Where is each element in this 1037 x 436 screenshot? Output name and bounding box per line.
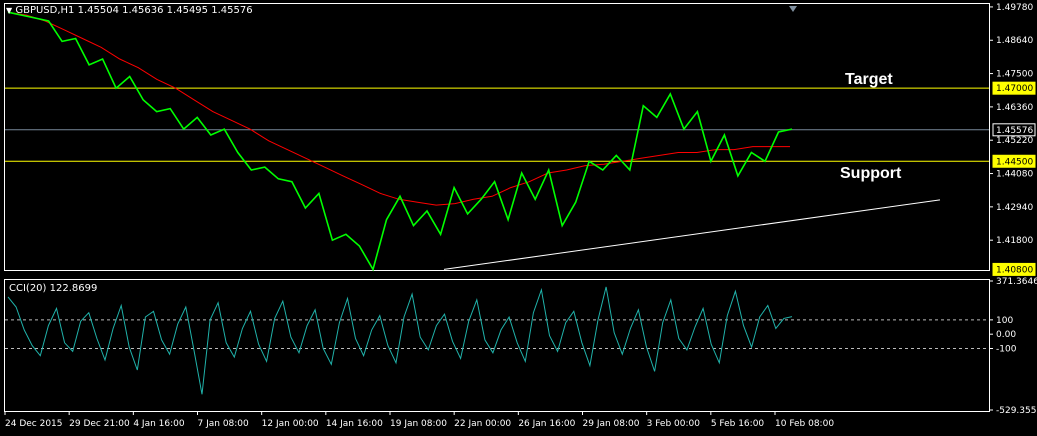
cci-axis-label: -529.3555 bbox=[996, 406, 1037, 416]
price-axis-label: 1.41800 bbox=[996, 236, 1033, 246]
time-axis-label: 14 Jan 16:00 bbox=[326, 419, 383, 429]
cci-axis-label: 100 bbox=[996, 316, 1013, 326]
cci-axis: 371.3646 100 0.00 -100 -529.3555 bbox=[989, 277, 1037, 416]
price-axis-label: 1.47500 bbox=[996, 70, 1033, 80]
price-levels bbox=[5, 87, 989, 162]
time-axis: 24 Dec 2015 29 Dec 21:00 4 Jan 16:00 7 Jan … bbox=[4, 411, 834, 429]
price-axis-label: 1.44080 bbox=[996, 170, 1033, 180]
cci-line bbox=[7, 286, 793, 395]
indicator-label: CCI(20) 122.8699 bbox=[9, 283, 98, 294]
price-panel-frame bbox=[4, 3, 990, 271]
price-axis-label: 1.48640 bbox=[996, 36, 1033, 46]
indicator-header: CCI(20) 122.8699 bbox=[9, 283, 97, 294]
time-axis-label: 29 Dec 21:00 bbox=[69, 419, 130, 429]
time-axis-label: 22 Jan 00:00 bbox=[454, 419, 511, 429]
cci-axis-label: 371.3646 bbox=[996, 277, 1037, 287]
chevron-down-icon[interactable] bbox=[789, 6, 797, 12]
time-axis-label: 3 Feb 00:00 bbox=[647, 419, 701, 429]
time-axis-label: 10 Feb 08:00 bbox=[775, 419, 834, 429]
target-annotation: Target bbox=[845, 71, 893, 88]
symbol-label: GBPUSD,H1 bbox=[15, 5, 75, 16]
cci-axis-label: -100 bbox=[996, 345, 1017, 355]
price-label-text: 1.47000 bbox=[996, 84, 1033, 94]
time-axis-label: 12 Jan 00:00 bbox=[262, 419, 319, 429]
moving-average-line bbox=[7, 11, 790, 206]
indicator-panel-frame bbox=[4, 279, 990, 412]
support-annotation: Support bbox=[840, 165, 902, 182]
price-label-text: 1.44500 bbox=[996, 157, 1033, 167]
time-axis-label: 4 Jan 16:00 bbox=[133, 419, 185, 429]
price-axis-label: 1.49780 bbox=[996, 3, 1033, 13]
cci-axis-label: 0.00 bbox=[996, 330, 1016, 340]
triangle-down-icon[interactable]: ▼ bbox=[6, 6, 12, 15]
price-axis-label: 1.42940 bbox=[996, 203, 1033, 213]
price-line bbox=[7, 11, 793, 272]
time-axis-label: 19 Jan 08:00 bbox=[390, 419, 447, 429]
time-axis-label: 29 Jan 08:00 bbox=[583, 419, 640, 429]
chart-canvas[interactable]: Target Support 1.49780 1.48640 1.47500 1.46… bbox=[0, 0, 1037, 436]
time-axis-label: 5 Feb 16:00 bbox=[711, 419, 765, 429]
time-axis-label: 24 Dec 2015 bbox=[5, 419, 63, 429]
price-label-text: 1.45576 bbox=[996, 126, 1033, 136]
price-axis-label: 1.46360 bbox=[996, 103, 1033, 113]
chart-header: ▼ GBPUSD,H1 1.45504 1.45636 1.45495 1.45… bbox=[6, 5, 253, 16]
support-trendline[interactable] bbox=[443, 199, 941, 270]
time-axis-label: 26 Jan 16:00 bbox=[518, 419, 575, 429]
time-axis-label: 7 Jan 08:00 bbox=[198, 419, 250, 429]
ohlc-values: 1.45504 1.45636 1.45495 1.45576 bbox=[77, 5, 253, 16]
price-label-text: 1.40800 bbox=[996, 265, 1033, 275]
price-axis-label: 1.45220 bbox=[996, 136, 1033, 146]
